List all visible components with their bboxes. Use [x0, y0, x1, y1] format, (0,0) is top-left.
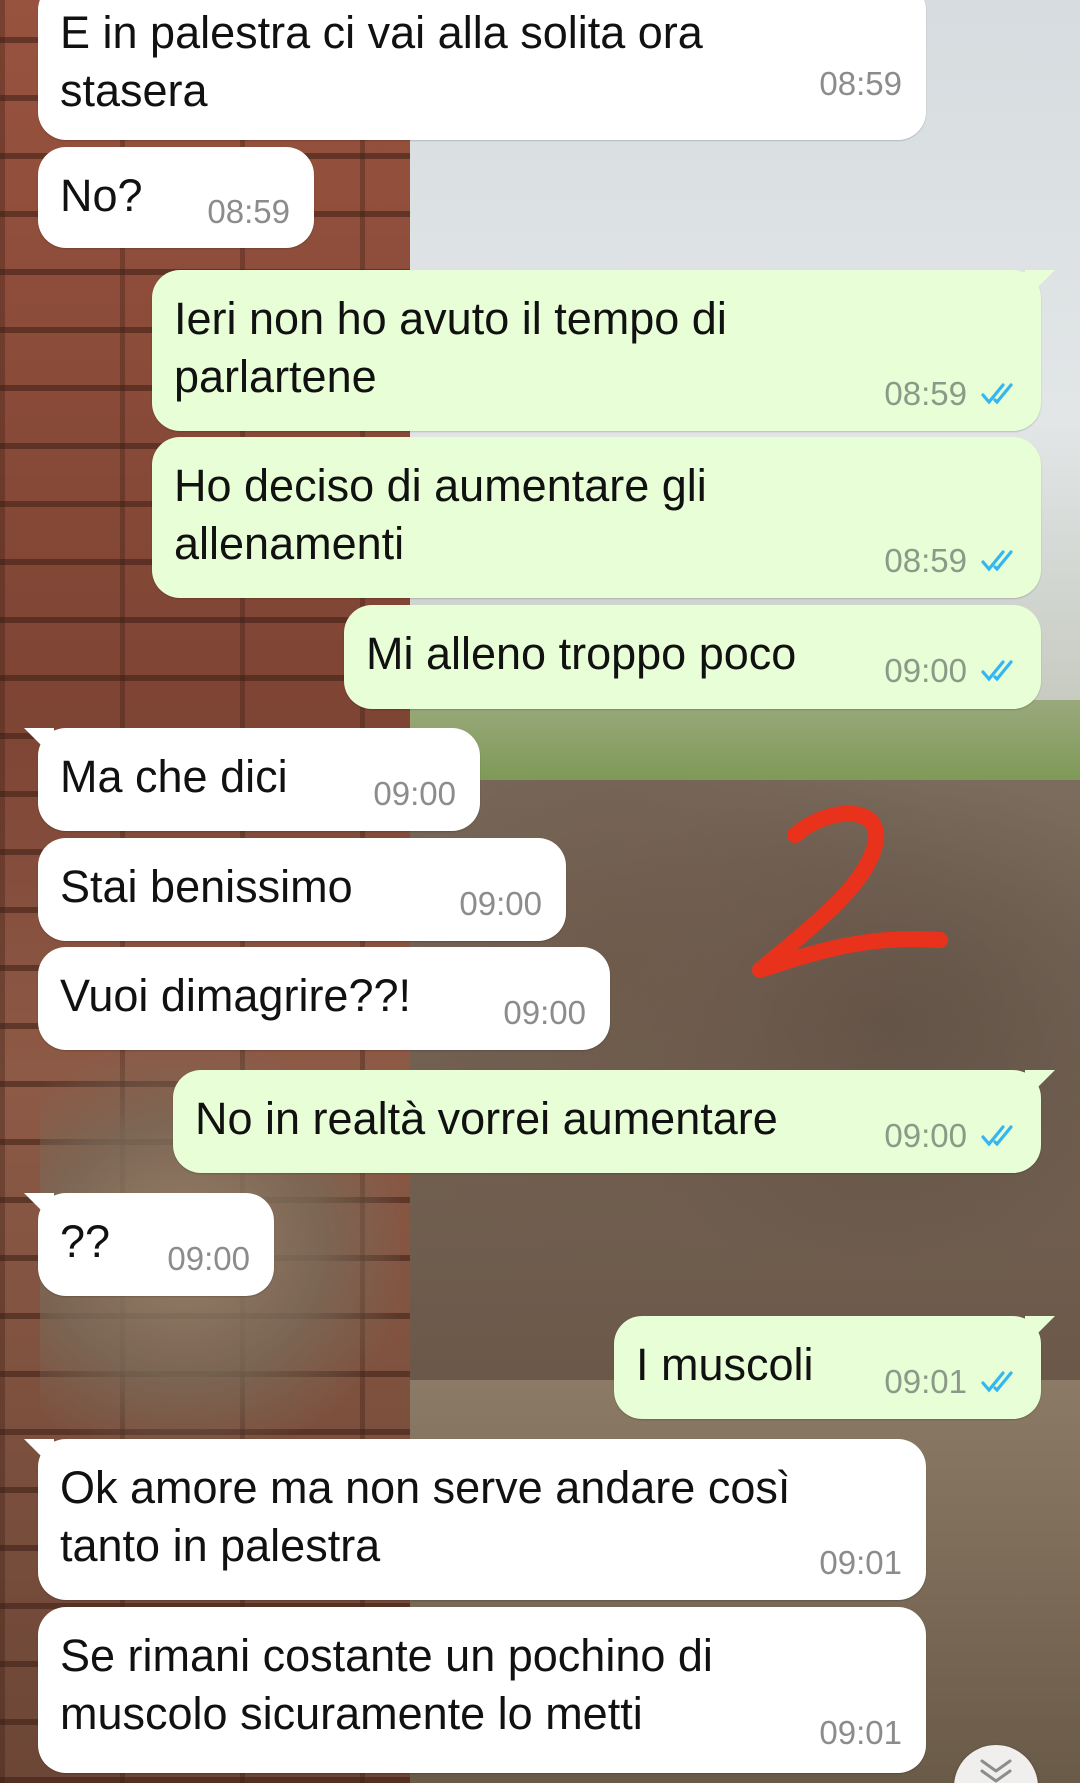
message-text: E in palestra ci vai alla solita ora sta… [60, 7, 703, 116]
message-bubble-incoming[interactable]: Ma che dici 09:00 [24, 728, 480, 831]
message-time: 08:59 [207, 193, 290, 230]
message-time: 09:01 [819, 1714, 902, 1751]
double-check-icon [981, 1125, 1013, 1147]
message-bubble-outgoing[interactable]: Ho deciso di aumentare gli allenamenti 0… [152, 437, 1041, 598]
message-text: Stai benissimo [60, 861, 353, 912]
double-chevron-down-icon [980, 1759, 1012, 1783]
message-time: 09:00 [503, 994, 586, 1031]
message-time: 09:00 [459, 885, 542, 922]
message-time: 09:00 [884, 1117, 967, 1154]
message-bubble-outgoing[interactable]: No in realtà vorrei aumentare 09:00 [173, 1070, 1055, 1173]
message-time: 09:00 [373, 775, 456, 812]
message-time: 08:59 [819, 65, 902, 102]
message-text: Mi alleno troppo poco [366, 628, 797, 679]
message-bubble-incoming[interactable]: ?? 09:00 [24, 1193, 274, 1296]
message-time: 08:59 [884, 375, 967, 412]
message-bubble-incoming[interactable]: No? 08:59 [38, 147, 314, 248]
double-check-icon [981, 660, 1013, 682]
message-text: Ok amore ma non serve andare così tanto … [60, 1462, 791, 1571]
message-bubble-outgoing[interactable]: Ieri non ho avuto il tempo di parlartene… [152, 270, 1055, 431]
double-check-icon [981, 1371, 1013, 1393]
message-bubble-incoming[interactable]: Se rimani costante un pochino di muscolo… [38, 1607, 926, 1773]
message-bubble-outgoing[interactable]: Mi alleno troppo poco 09:00 [344, 605, 1041, 709]
message-text: Ho deciso di aumentare gli allenamenti [174, 460, 707, 569]
message-text: Ma che dici [60, 751, 288, 802]
double-check-icon [981, 383, 1013, 405]
message-time: 08:59 [884, 542, 967, 579]
message-text: No in realtà vorrei aumentare [195, 1093, 778, 1144]
message-bubble-incoming[interactable]: E in palestra ci vai alla solita ora sta… [38, 0, 926, 140]
message-bubble-incoming[interactable]: Ok amore ma non serve andare così tanto … [24, 1439, 926, 1600]
message-time: 09:01 [819, 1544, 902, 1581]
message-time: 09:00 [884, 652, 967, 689]
message-bubble-incoming[interactable]: Stai benissimo 09:00 [38, 838, 566, 941]
message-time: 09:00 [167, 1240, 250, 1277]
message-text: ?? [60, 1216, 111, 1267]
message-bubble-incoming[interactable]: Vuoi dimagrire??! 09:00 [38, 947, 610, 1050]
message-text: I muscoli [636, 1339, 814, 1390]
message-text: Ieri non ho avuto il tempo di parlartene [174, 293, 727, 402]
message-text: No? [60, 170, 143, 221]
double-check-icon [981, 550, 1013, 572]
message-bubble-outgoing[interactable]: I muscoli 09:01 [614, 1316, 1055, 1419]
message-text: Se rimani costante un pochino di muscolo… [60, 1630, 713, 1739]
message-text: Vuoi dimagrire??! [60, 970, 412, 1021]
handwritten-mark-drawing [752, 805, 948, 978]
message-time: 09:01 [884, 1363, 967, 1400]
